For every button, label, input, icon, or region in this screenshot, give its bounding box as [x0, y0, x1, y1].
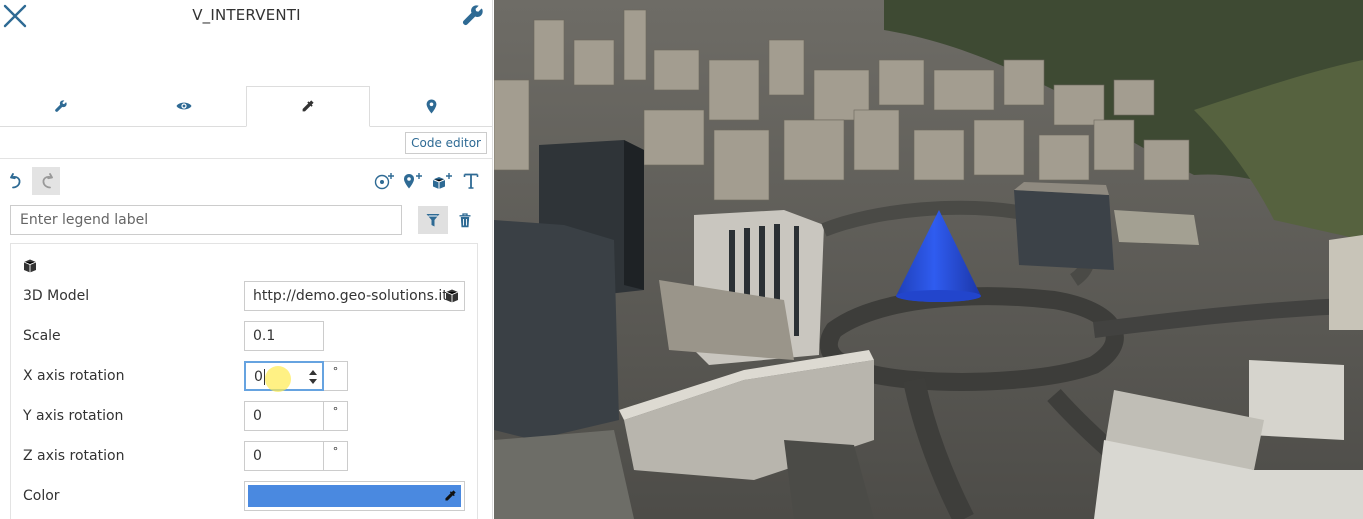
map-3d-viewer[interactable] [494, 0, 1363, 519]
divider [0, 158, 492, 159]
add-circle-icon [374, 173, 394, 190]
style-editor-panel: V_INTERVENTI Code editor Enter legend la… [0, 0, 493, 519]
model-url-input[interactable]: http://demo.geo-solutions.it [244, 281, 465, 311]
cube-icon [23, 259, 37, 273]
z-rotation-input[interactable]: 0 [244, 441, 324, 471]
wrench-icon [462, 5, 483, 26]
settings-button[interactable] [461, 3, 485, 27]
eye-icon [176, 102, 192, 110]
eyedropper-icon [445, 490, 456, 501]
model-style-card: 3D Model http://demo.geo-solutions.it Sc… [10, 243, 478, 519]
z-rotation-row: Z axis rotation 0 ° [23, 441, 473, 471]
y-rotation-row: Y axis rotation 0 ° [23, 401, 473, 431]
x-rotation-label: X axis rotation [23, 368, 125, 384]
z-rotation-unit: ° [324, 441, 348, 471]
x-rotation-unit: ° [324, 361, 348, 391]
city-3d-scene [494, 0, 1363, 519]
tab-location[interactable] [370, 86, 492, 126]
filter-button[interactable] [418, 206, 448, 234]
add-text-button[interactable] [458, 168, 484, 194]
color-swatch [248, 485, 461, 507]
legend-label-input[interactable] [10, 205, 402, 235]
x-rotation-value: 0 [254, 369, 263, 385]
scale-label: Scale [23, 328, 61, 344]
tab-style[interactable] [245, 86, 371, 127]
y-rotation-input[interactable]: 0 [244, 401, 324, 431]
model-label: 3D Model [23, 288, 90, 304]
redo-icon [42, 173, 53, 189]
scale-input[interactable]: 0.1 [244, 321, 324, 351]
undo-button[interactable] [4, 168, 30, 194]
color-row: Color [23, 481, 473, 511]
mouse-cursor-highlight [265, 366, 291, 392]
undo-icon [10, 173, 21, 189]
delete-button[interactable] [453, 206, 477, 234]
panel-header: V_INTERVENTI [0, 0, 492, 86]
map-pin-icon [426, 99, 437, 113]
y-rotation-label: Y axis rotation [23, 408, 124, 424]
tab-display[interactable] [123, 86, 246, 126]
legend-row [10, 205, 480, 235]
add-marker-button[interactable] [400, 168, 426, 194]
add-circle-button[interactable] [372, 168, 398, 194]
filter-icon [426, 213, 440, 226]
model-row: 3D Model http://demo.geo-solutions.it [23, 281, 473, 311]
color-picker[interactable] [244, 481, 465, 511]
x-rotation-row: X axis rotation 0 ° [23, 361, 473, 391]
scale-row: Scale 0.1 [23, 321, 473, 351]
wrench-icon [55, 100, 68, 112]
spinner-arrows-icon[interactable] [308, 369, 318, 385]
add-text-icon [463, 173, 479, 189]
tab-settings[interactable] [0, 86, 123, 126]
trash-icon [459, 212, 471, 227]
code-editor-button[interactable]: Code editor [405, 132, 487, 154]
y-rotation-unit: ° [324, 401, 348, 431]
redo-button[interactable] [32, 167, 60, 195]
add-model-button[interactable] [430, 168, 456, 194]
model-url-value: http://demo.geo-solutions.it [253, 288, 448, 304]
color-label: Color [23, 488, 60, 504]
layer-title: V_INTERVENTI [192, 6, 301, 24]
z-rotation-label: Z axis rotation [23, 448, 125, 464]
cube-icon [445, 289, 459, 303]
style-toolbar [0, 166, 492, 196]
eyedropper-icon [303, 100, 314, 112]
add-model-icon [432, 173, 452, 189]
add-marker-icon [404, 173, 422, 189]
editor-tabs [0, 86, 492, 127]
model-type-icon-wrap [23, 258, 37, 277]
